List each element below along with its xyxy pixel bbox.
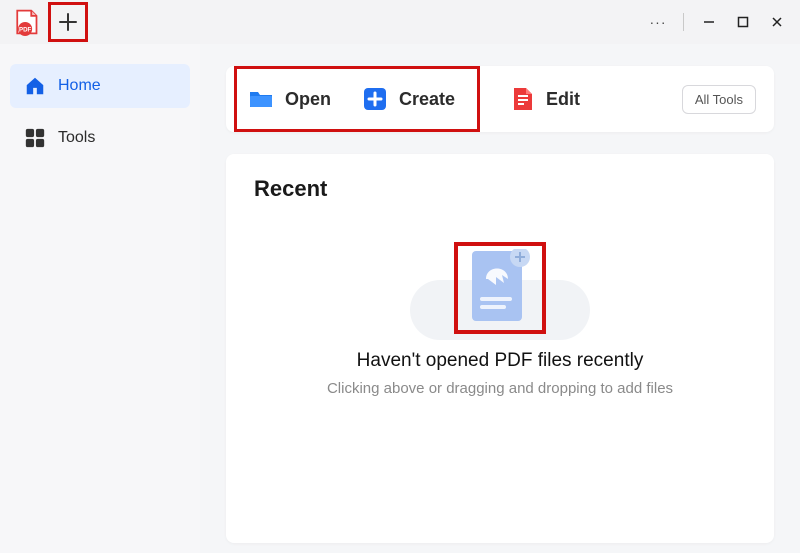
sidebar-item-home[interactable]: Home	[10, 64, 190, 108]
main-area: Open Create	[200, 44, 800, 553]
sidebar: Home Tools	[0, 44, 200, 553]
titlebar: PDF ···	[0, 0, 800, 44]
titlebar-right: ···	[643, 0, 800, 44]
more-menu-icon[interactable]: ···	[643, 14, 673, 30]
create-plus-icon	[361, 85, 389, 113]
titlebar-left: PDF	[0, 0, 88, 44]
recent-heading: Recent	[254, 176, 746, 202]
tools-grid-icon	[24, 127, 46, 149]
empty-subtitle: Clicking above or dragging and dropping …	[327, 380, 673, 397]
empty-illustration	[454, 242, 546, 334]
action-bar: Open Create	[226, 66, 774, 132]
sidebar-item-label: Home	[58, 77, 101, 95]
edit-button[interactable]: Edit	[508, 85, 580, 113]
close-button[interactable]	[762, 7, 792, 37]
create-label: Create	[399, 89, 455, 110]
create-button[interactable]: Create	[361, 85, 455, 113]
sidebar-item-tools[interactable]: Tools	[10, 116, 190, 160]
body: Home Tools	[0, 44, 800, 553]
edit-label: Edit	[546, 89, 580, 110]
all-tools-button[interactable]: All Tools	[682, 85, 756, 114]
empty-state: Haven't opened PDF files recently Clicki…	[254, 242, 746, 533]
maximize-button[interactable]	[728, 7, 758, 37]
new-tab-button[interactable]	[48, 2, 88, 42]
svg-text:PDF: PDF	[19, 27, 31, 34]
open-button[interactable]: Open	[247, 85, 331, 113]
app-logo-icon: PDF	[6, 2, 46, 42]
sidebar-item-label: Tools	[58, 129, 95, 147]
highlighted-actions: Open Create	[234, 66, 480, 132]
empty-pdf-thumb[interactable]	[454, 242, 546, 334]
home-icon	[24, 75, 46, 97]
empty-title: Haven't opened PDF files recently	[357, 350, 644, 372]
folder-open-icon	[247, 85, 275, 113]
edit-file-icon	[508, 85, 536, 113]
minimize-button[interactable]	[694, 7, 724, 37]
open-label: Open	[285, 89, 331, 110]
recent-card: Recent Haven't opened PDF fil	[226, 154, 774, 543]
divider	[683, 13, 684, 31]
